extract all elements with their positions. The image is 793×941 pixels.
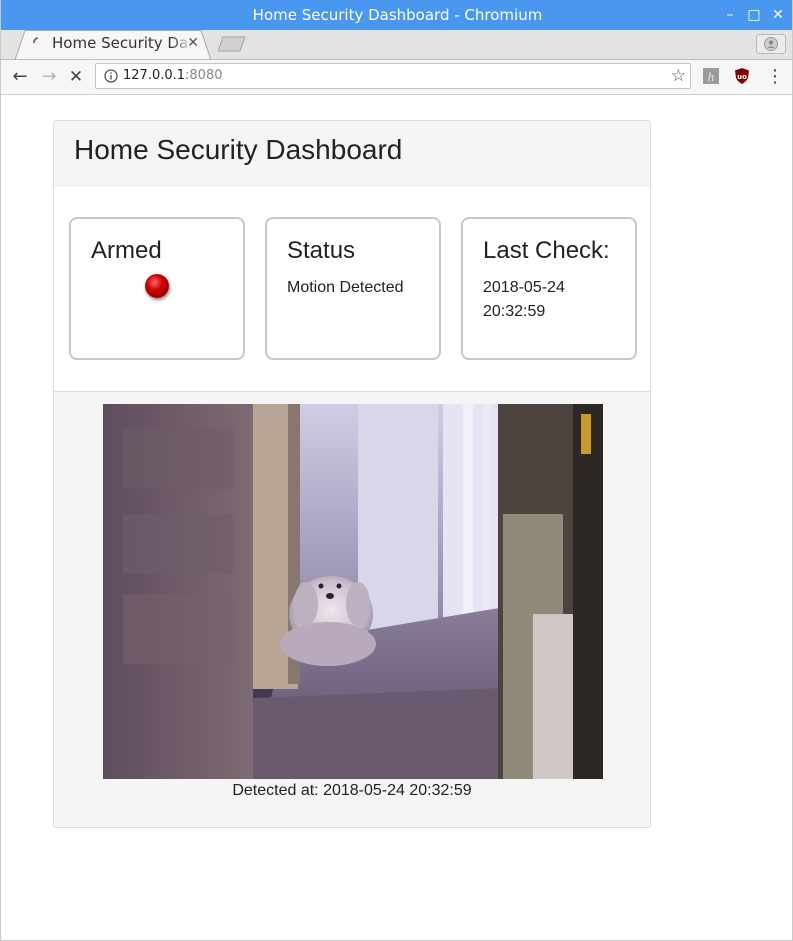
window-title: Home Security Dashboard - Chromium bbox=[252, 6, 543, 24]
back-button[interactable]: ← bbox=[8, 65, 32, 89]
dashboard-panel: Home Security Dashboard Armed Status Mot… bbox=[53, 120, 651, 828]
forward-button[interactable]: → bbox=[37, 65, 61, 89]
new-tab-button[interactable] bbox=[217, 36, 247, 52]
svg-text:h: h bbox=[708, 69, 715, 84]
svg-text:uo: uo bbox=[737, 73, 747, 81]
url-text[interactable]: 127.0.0.1:8080 bbox=[123, 64, 223, 88]
armed-card: Armed bbox=[69, 217, 245, 360]
armed-indicator-icon bbox=[145, 274, 169, 298]
status-card: Status Motion Detected bbox=[265, 217, 441, 360]
close-window-button[interactable]: ✕ bbox=[766, 0, 790, 30]
armed-title: Armed bbox=[91, 237, 162, 264]
minimize-button[interactable]: – bbox=[718, 0, 742, 30]
profile-button[interactable] bbox=[756, 34, 786, 54]
bookmark-star-icon[interactable]: ☆ bbox=[671, 64, 686, 88]
last-check-value: 2018-05-24 20:32:59 bbox=[483, 276, 623, 324]
title-bar[interactable]: Home Security Dashboard - Chromium – □ ✕ bbox=[1, 0, 792, 30]
status-value: Motion Detected bbox=[287, 279, 404, 296]
last-check-card: Last Check: 2018-05-24 20:32:59 bbox=[461, 217, 637, 360]
snapshot-caption: Detected at: 2018-05-24 20:32:59 bbox=[232, 782, 472, 799]
info-icon[interactable] bbox=[104, 69, 118, 83]
h-extension-icon[interactable]: h bbox=[702, 67, 720, 85]
status-cards-row: Armed Status Motion Detected Last Check:… bbox=[54, 187, 650, 392]
camera-snapshot-image bbox=[103, 404, 603, 779]
url-host: 127.0.0.1 bbox=[123, 68, 186, 83]
user-icon bbox=[764, 37, 778, 51]
maximize-button[interactable]: □ bbox=[742, 0, 766, 30]
last-check-date: 2018-05-24 bbox=[483, 279, 565, 296]
page-viewport: Home Security Dashboard Armed Status Mot… bbox=[1, 95, 792, 940]
url-port: :8080 bbox=[185, 68, 223, 83]
address-bar[interactable]: 127.0.0.1:8080 ☆ bbox=[95, 63, 691, 89]
panel-heading: Home Security Dashboard bbox=[54, 121, 650, 188]
page-title: Home Security Dashboard bbox=[74, 134, 403, 165]
menu-icon[interactable]: ⋮ bbox=[763, 65, 787, 89]
last-check-title: Last Check: bbox=[483, 237, 610, 264]
ublock-origin-icon[interactable]: uo bbox=[733, 67, 751, 85]
stop-button[interactable]: ✕ bbox=[64, 65, 88, 89]
camera-section: Detected at: 2018-05-24 20:32:59 bbox=[54, 392, 650, 827]
tab-outline bbox=[15, 30, 211, 60]
status-title: Status bbox=[287, 237, 356, 264]
browser-window: Home Security Dashboard - Chromium – □ ✕… bbox=[0, 0, 793, 941]
tab-strip: Home Security Dashboard ✕ bbox=[1, 30, 792, 60]
last-check-time: 20:32:59 bbox=[483, 303, 546, 320]
browser-toolbar: ← → ✕ 127.0.0.1:8080 ☆ h uo ⋮ bbox=[1, 60, 792, 95]
